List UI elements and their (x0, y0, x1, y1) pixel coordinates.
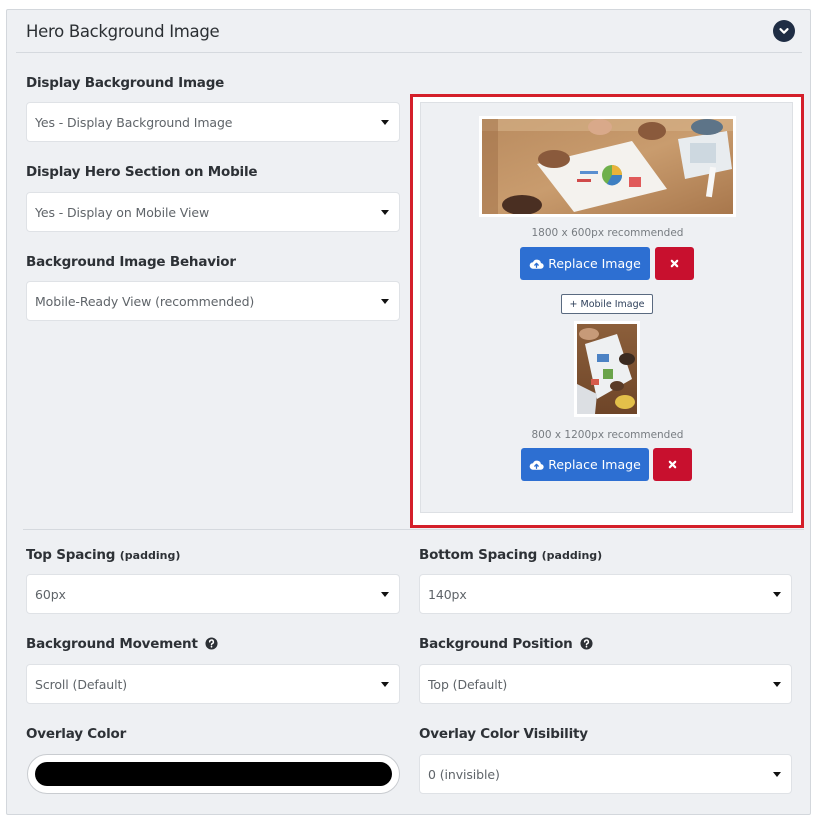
caret-down-icon (381, 210, 389, 215)
bottom-spacing-title: Bottom Spacing (419, 547, 538, 563)
question-circle-icon[interactable] (580, 637, 593, 650)
caret-down-icon (381, 592, 389, 597)
display-mobile-select[interactable]: Yes - Display on Mobile View (26, 192, 400, 232)
display-mobile-value: Yes - Display on Mobile View (35, 205, 210, 220)
movement-label: Background Movement (26, 636, 218, 652)
display-mobile-label: Display Hero Section on Mobile (26, 164, 258, 180)
mobile-size-hint: 800 x 1200px recommended (531, 429, 684, 441)
replace-desktop-image-label: Replace Image (548, 256, 641, 271)
panel-header[interactable]: Hero Background Image (16, 10, 802, 53)
close-icon (668, 460, 677, 469)
panel-title: Hero Background Image (26, 22, 220, 41)
chevron-down-icon (779, 28, 789, 34)
movement-value: Scroll (Default) (35, 677, 128, 692)
overlay-color-swatch[interactable] (35, 762, 392, 786)
replace-mobile-image-label: Replace Image (548, 457, 641, 472)
top-spacing-select[interactable]: 60px (26, 574, 400, 614)
bottom-spacing-value: 140px (428, 587, 467, 602)
behavior-value: Mobile-Ready View (recommended) (35, 294, 255, 309)
display-background-label: Display Background Image (26, 75, 225, 91)
image-upload-inner: 1800 x 600px recommended Replace Image +… (420, 102, 793, 513)
question-circle-icon[interactable] (205, 637, 218, 650)
overlay-visibility-select[interactable]: 0 (invisible) (419, 754, 792, 794)
behavior-label: Background Image Behavior (26, 254, 236, 270)
image-upload-area: 1800 x 600px recommended Replace Image +… (410, 94, 804, 528)
replace-mobile-image-button[interactable]: Replace Image (521, 448, 649, 481)
top-spacing-note: (padding) (119, 549, 181, 562)
overlay-visibility-label: Overlay Color Visibility (419, 726, 588, 742)
top-spacing-value: 60px (35, 587, 66, 602)
desktop-size-hint: 1800 x 600px recommended (531, 227, 684, 239)
caret-down-icon (773, 682, 781, 687)
position-title: Background Position (419, 636, 573, 652)
caret-down-icon (773, 592, 781, 597)
bottom-spacing-note: (padding) (541, 549, 603, 562)
close-icon (670, 259, 679, 268)
cloud-upload-icon (529, 460, 544, 470)
position-label: Background Position (419, 636, 593, 652)
cloud-upload-icon (529, 259, 544, 269)
section-divider (23, 529, 804, 530)
remove-mobile-image-button[interactable] (653, 448, 692, 481)
overlay-color-label: Overlay Color (26, 726, 127, 742)
mobile-image-thumbnail (574, 321, 640, 417)
display-background-select[interactable]: Yes - Display Background Image (26, 102, 400, 142)
movement-select[interactable]: Scroll (Default) (26, 664, 400, 704)
desktop-image-thumbnail (479, 116, 736, 217)
caret-down-icon (381, 120, 389, 125)
position-value: Top (Default) (428, 677, 508, 692)
add-mobile-image-button[interactable]: + Mobile Image (561, 294, 653, 314)
top-spacing-label: Top Spacing (padding) (26, 547, 180, 563)
mobile-photo (577, 324, 637, 414)
collapse-button[interactable] (773, 20, 795, 42)
hero-background-panel: Hero Background Image Display Background… (6, 9, 811, 815)
desktop-photo (482, 119, 733, 214)
replace-desktop-image-button[interactable]: Replace Image (520, 247, 650, 280)
top-spacing-title: Top Spacing (26, 547, 116, 563)
caret-down-icon (381, 682, 389, 687)
bottom-spacing-label: Bottom Spacing (padding) (419, 547, 602, 563)
display-background-value: Yes - Display Background Image (35, 115, 233, 130)
position-select[interactable]: Top (Default) (419, 664, 792, 704)
remove-desktop-image-button[interactable] (655, 247, 694, 280)
overlay-visibility-value: 0 (invisible) (428, 767, 500, 782)
bottom-spacing-select[interactable]: 140px (419, 574, 792, 614)
overlay-color-input[interactable] (27, 754, 400, 794)
caret-down-icon (773, 772, 781, 777)
movement-title: Background Movement (26, 636, 198, 652)
behavior-select[interactable]: Mobile-Ready View (recommended) (26, 281, 400, 321)
caret-down-icon (381, 299, 389, 304)
